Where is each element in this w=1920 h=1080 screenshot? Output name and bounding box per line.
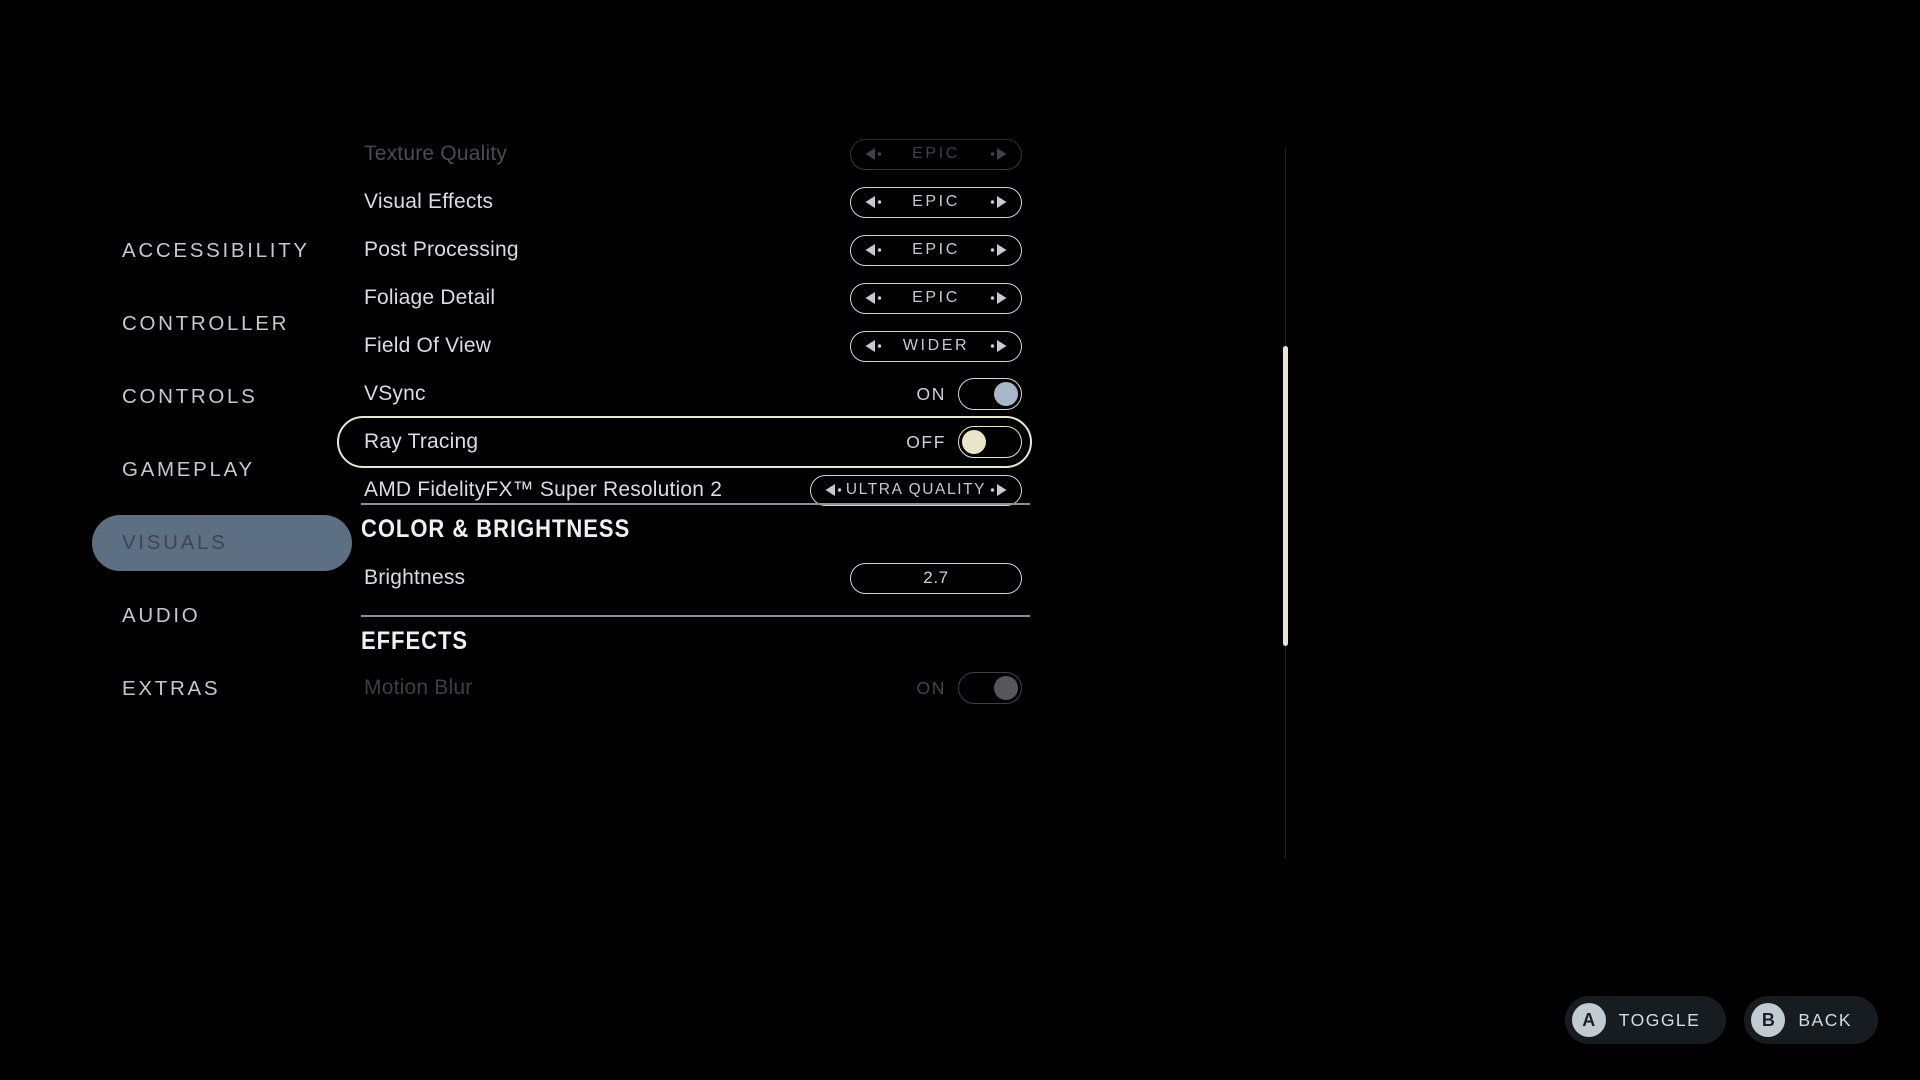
setting-row-vsync[interactable]: VSync ON	[337, 368, 1032, 420]
toggle-track[interactable]	[958, 378, 1022, 410]
hint-label: TOGGLE	[1618, 1009, 1701, 1030]
section-heading-color-brightness: COLOR & BRIGHTNESS	[361, 515, 631, 543]
selector-value: WIDER	[902, 337, 970, 354]
selector-amd-fidelityfx[interactable]: ULTRA QUALITY	[810, 474, 1022, 506]
toggle-knob	[962, 430, 986, 454]
selector-value: EPIC	[912, 193, 960, 210]
hint-back[interactable]: B BACK	[1744, 996, 1878, 1044]
chevron-right-icon[interactable]	[987, 290, 1009, 306]
selector-value: EPIC	[912, 289, 960, 306]
setting-row-field-of-view[interactable]: Field Of View WIDER	[337, 320, 1032, 372]
brightness-value: 2.7	[923, 568, 949, 587]
sidebar-item-label: AUDIO	[122, 604, 201, 627]
setting-label: Foliage Detail	[364, 286, 496, 309]
setting-label: Field Of View	[364, 334, 492, 357]
setting-row-amd-fidelityfx-super-resolution-2[interactable]: AMD FidelityFX™ Super Resolution 2 ULTRA…	[337, 464, 1032, 516]
sidebar-item-audio[interactable]: AUDIO	[92, 588, 352, 644]
setting-row-texture-quality[interactable]: Texture Quality EPIC	[337, 128, 1032, 180]
setting-label: Brightness	[364, 566, 466, 589]
selector-field-of-view[interactable]: WIDER	[850, 330, 1022, 362]
sidebar-item-label: CONTROLLER	[122, 312, 290, 335]
sidebar-item-extras[interactable]: EXTRAS	[92, 661, 352, 717]
scrollbar-thumb[interactable]	[1283, 346, 1288, 646]
setting-label: Post Processing	[364, 238, 519, 261]
selector-value: ULTRA QUALITY	[845, 481, 987, 498]
setting-label: Visual Effects	[364, 190, 494, 213]
button-hints-footer: A TOGGLE B BACK	[1564, 996, 1878, 1044]
hint-label: BACK	[1798, 1009, 1852, 1030]
gamepad-a-button-icon: A	[1571, 1003, 1606, 1037]
setting-row-visual-effects[interactable]: Visual Effects EPIC	[337, 176, 1032, 228]
setting-label: VSync	[364, 382, 426, 405]
chevron-right-icon[interactable]	[987, 242, 1009, 258]
chevron-left-icon[interactable]	[863, 338, 885, 354]
sidebar-item-controller[interactable]: CONTROLLER	[92, 296, 352, 352]
toggle-track[interactable]	[958, 426, 1022, 458]
settings-content-panel: Texture Quality EPIC Visual Effects EPIC…	[337, 0, 1287, 1080]
selector-visual-effects[interactable]: EPIC	[850, 186, 1022, 218]
setting-row-foliage-detail[interactable]: Foliage Detail EPIC	[337, 272, 1032, 324]
selector-value: EPIC	[912, 241, 960, 258]
setting-row-ray-tracing[interactable]: Ray Tracing OFF	[337, 416, 1032, 468]
setting-label: Motion Blur	[364, 676, 473, 699]
chevron-left-icon[interactable]	[823, 482, 845, 498]
sidebar-item-visuals[interactable]: VISUALS	[92, 515, 352, 571]
chevron-left-icon[interactable]	[863, 146, 885, 162]
section-divider	[361, 615, 1030, 617]
sidebar-item-label: GAMEPLAY	[122, 458, 255, 481]
toggle-state-label: OFF	[906, 431, 946, 452]
setting-row-motion-blur[interactable]: Motion Blur ON	[337, 662, 1032, 714]
sidebar-item-label: VISUALS	[122, 531, 228, 554]
chevron-right-icon[interactable]	[987, 338, 1009, 354]
selector-texture-quality[interactable]: EPIC	[850, 138, 1022, 170]
sidebar-item-label: CONTROLS	[122, 385, 258, 408]
selector-foliage-detail[interactable]: EPIC	[850, 282, 1022, 314]
chevron-left-icon[interactable]	[863, 194, 885, 210]
toggle-ray-tracing[interactable]: OFF	[899, 425, 1022, 459]
section-divider	[361, 503, 1030, 505]
sidebar-item-label: EXTRAS	[122, 677, 221, 700]
selector-value: EPIC	[912, 145, 960, 162]
toggle-knob	[994, 382, 1018, 406]
sidebar-item-accessibility[interactable]: ACCESSIBILITY	[92, 223, 352, 279]
setting-label: Ray Tracing	[364, 430, 479, 453]
chevron-left-icon[interactable]	[863, 242, 885, 258]
chevron-right-icon[interactable]	[987, 146, 1009, 162]
toggle-state-label: ON	[916, 383, 946, 404]
chevron-right-icon[interactable]	[987, 482, 1009, 498]
chevron-left-icon[interactable]	[863, 290, 885, 306]
gamepad-b-button-icon: B	[1751, 1003, 1786, 1037]
setting-label: Texture Quality	[364, 142, 508, 165]
sidebar-item-gameplay[interactable]: GAMEPLAY	[92, 442, 352, 498]
toggle-state-label: ON	[916, 677, 946, 698]
sidebar-item-controls[interactable]: CONTROLS	[92, 369, 352, 425]
setting-row-brightness[interactable]: Brightness 2.7	[337, 552, 1032, 604]
brightness-value-pill[interactable]: 2.7	[850, 562, 1022, 594]
setting-row-post-processing[interactable]: Post Processing EPIC	[337, 224, 1032, 276]
setting-label: AMD FidelityFX™ Super Resolution 2	[364, 478, 723, 501]
sidebar-item-label: ACCESSIBILITY	[122, 239, 310, 262]
chevron-right-icon[interactable]	[987, 194, 1009, 210]
content-scrollbar[interactable]	[1283, 148, 1288, 858]
toggle-motion-blur[interactable]: ON	[899, 671, 1022, 705]
toggle-vsync[interactable]: ON	[899, 377, 1022, 411]
hint-toggle[interactable]: A TOGGLE	[1564, 996, 1727, 1044]
selector-post-processing[interactable]: EPIC	[850, 234, 1022, 266]
toggle-track[interactable]	[958, 672, 1022, 704]
toggle-knob	[994, 676, 1018, 700]
section-heading-effects: EFFECTS	[361, 627, 469, 655]
